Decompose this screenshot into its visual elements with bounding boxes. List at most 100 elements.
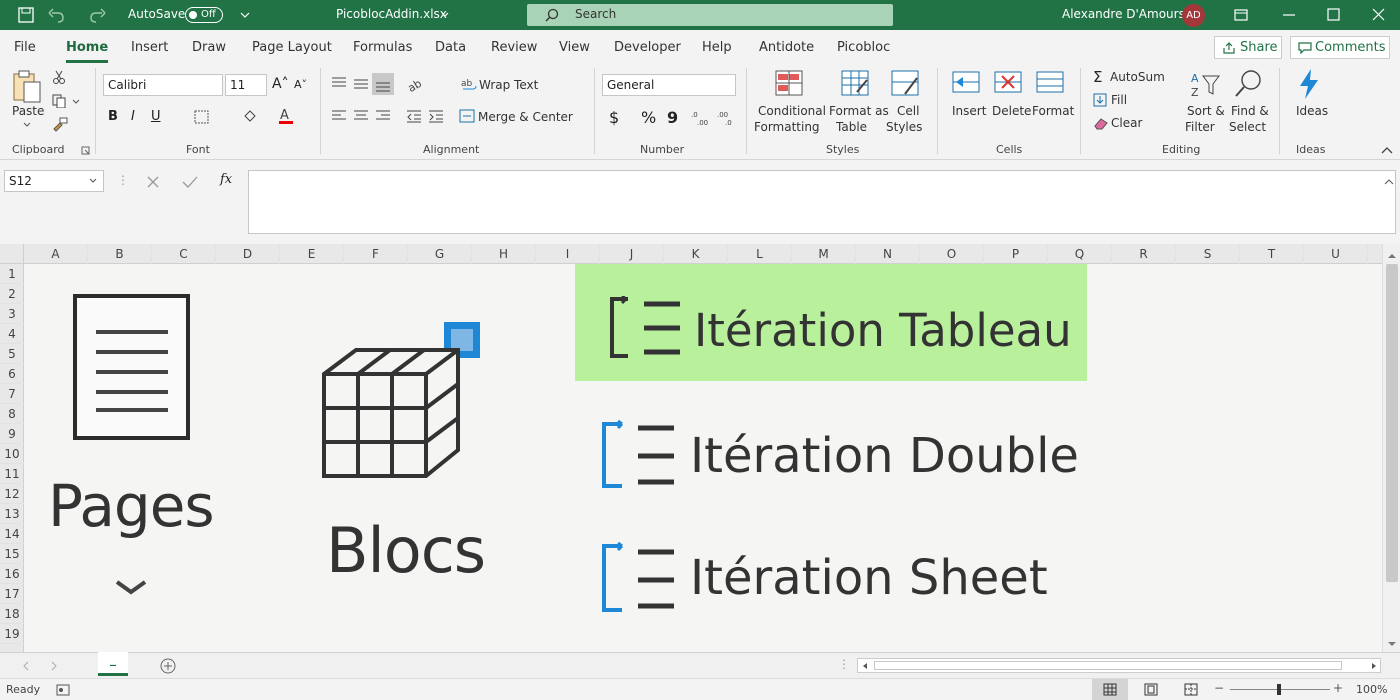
autosave-toggle[interactable]: Off [185,7,223,23]
tab-data[interactable]: Data [435,40,466,55]
row-header-9[interactable]: 9 [0,424,24,444]
maximize-icon[interactable] [1327,8,1341,22]
column-header-u[interactable]: U [1304,244,1368,264]
cell-styles-icon[interactable] [891,70,921,98]
pages-label[interactable]: Pages [48,472,215,540]
paste-icon[interactable] [12,70,42,104]
column-header-t[interactable]: T [1240,244,1304,264]
sheet-tab[interactable]: _ [98,652,128,676]
blocs-cube-icon[interactable] [318,320,488,482]
font-name-select[interactable]: Calibri [103,74,223,96]
wrap-text-icon[interactable]: ab [461,76,477,92]
align-top-icon[interactable] [331,76,347,90]
merge-center-icon[interactable] [459,109,475,123]
decrease-decimal-icon[interactable]: .00.0 [717,110,737,126]
conditional-formatting-label-1[interactable]: Conditional [758,104,826,118]
chevron-down-icon[interactable] [441,11,449,19]
search-box[interactable]: Search [527,4,893,26]
column-header-m[interactable]: M [792,244,856,264]
increase-font-icon[interactable]: A˄ [272,76,289,92]
cut-icon[interactable] [52,70,66,84]
column-header-d[interactable]: D [216,244,280,264]
column-header-r[interactable]: R [1112,244,1176,264]
conditional-formatting-icon[interactable] [775,70,805,98]
borders-icon[interactable] [194,110,210,124]
pages-icon[interactable] [70,292,194,442]
decrease-font-icon[interactable]: A˅ [294,78,307,91]
column-header-k[interactable]: K [664,244,728,264]
zoom-level[interactable]: 100% [1356,683,1387,696]
column-header-f[interactable]: F [344,244,408,264]
row-header-13[interactable]: 13 [0,504,24,524]
ideas-icon[interactable] [1296,68,1322,100]
format-as-table-label-2[interactable]: Table [836,120,867,134]
minimize-icon[interactable] [1282,8,1296,22]
increase-decimal-icon[interactable]: .0.00 [691,110,711,126]
column-header-p[interactable]: P [984,244,1048,264]
column-header-n[interactable]: N [856,244,920,264]
collapse-ribbon-icon[interactable] [1381,146,1393,154]
tab-page-layout[interactable]: Page Layout [252,40,332,55]
tab-insert[interactable]: Insert [131,40,168,55]
formula-input[interactable] [248,170,1396,234]
column-header-l[interactable]: L [728,244,792,264]
currency-button[interactable]: $ [609,108,619,127]
align-middle-icon[interactable] [353,76,369,90]
font-size-select[interactable]: 11 [225,74,267,96]
find-select-label-2[interactable]: Select [1229,120,1266,134]
format-cells-icon[interactable] [1036,70,1066,98]
format-as-table-label-1[interactable]: Format as [829,104,889,118]
blocs-label[interactable]: Blocs [326,514,486,587]
row-header-5[interactable]: 5 [0,344,24,364]
number-format-select[interactable]: General [602,74,736,96]
page-break-view-icon[interactable] [1184,683,1198,696]
page-layout-view-icon[interactable] [1144,683,1158,696]
chevron-down-icon[interactable] [23,122,31,128]
save-icon[interactable] [18,7,34,23]
row-header-4[interactable]: 4 [0,324,24,344]
zoom-in-button[interactable]: + [1333,681,1343,695]
iteration-list-icon[interactable] [608,296,686,360]
column-header-q[interactable]: Q [1048,244,1112,264]
row-header-19[interactable]: 19 [0,624,24,644]
clear-icon[interactable] [1093,116,1109,130]
column-header-a[interactable]: A [24,244,88,264]
tab-view[interactable]: View [559,40,590,55]
delete-cells-label[interactable]: Delete [992,104,1031,118]
paste-label[interactable]: Paste [12,104,44,118]
row-header-2[interactable]: 2 [0,284,24,304]
decrease-indent-icon[interactable] [406,109,422,123]
fill-color-icon[interactable] [242,108,260,124]
format-cells-label[interactable]: Format [1032,104,1074,118]
row-header-3[interactable]: 3 [0,304,24,324]
next-sheet-icon[interactable] [50,661,58,671]
redo-icon[interactable] [88,7,106,23]
column-header-i[interactable]: I [536,244,600,264]
row-header-14[interactable]: 14 [0,524,24,544]
horizontal-scroll-thumb[interactable] [874,661,1342,670]
scroll-down-icon[interactable] [1387,640,1397,648]
clear-button[interactable]: Clear [1111,116,1142,130]
row-header-16[interactable]: 16 [0,564,24,584]
tab-splitter-icon[interactable]: ⋮ [838,657,850,671]
align-left-icon[interactable] [331,109,347,123]
delete-cells-icon[interactable] [994,70,1024,98]
autosum-icon[interactable]: Σ [1093,68,1102,86]
row-header-15[interactable]: 15 [0,544,24,564]
scroll-left-icon[interactable] [861,662,869,670]
iteration-tableau-label[interactable]: Itération Tableau [694,304,1072,357]
comma-button[interactable]: 9 [667,108,678,127]
column-header-s[interactable]: S [1176,244,1240,264]
tab-home[interactable]: Home [66,40,109,63]
column-header-b[interactable]: B [88,244,152,264]
vertical-scroll-thumb[interactable] [1386,264,1398,582]
select-all-corner[interactable] [0,244,24,264]
italic-button[interactable]: I [131,109,135,124]
enter-icon[interactable] [182,175,198,189]
scroll-right-icon[interactable] [1370,662,1378,670]
file-name[interactable]: PicoblocAddin.xlsx [336,7,447,21]
cell-styles-label-2[interactable]: Styles [886,120,922,134]
row-header-8[interactable]: 8 [0,404,24,424]
row-header-11[interactable]: 11 [0,464,24,484]
sort-filter-label-2[interactable]: Filter [1185,120,1215,134]
